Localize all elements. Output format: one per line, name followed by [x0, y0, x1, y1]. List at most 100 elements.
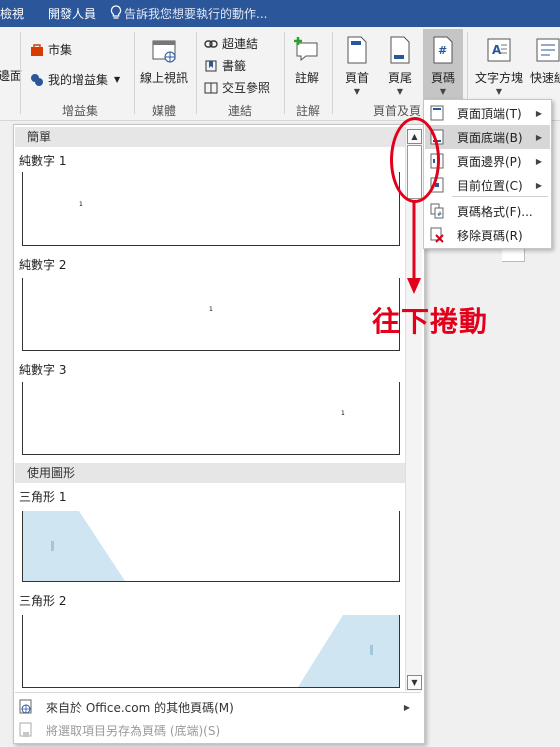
online-video-label: 線上視訊 — [140, 71, 189, 85]
title-bar: 檢視 開發人員 告訴我您想要執行的動作... — [0, 0, 560, 27]
page-number-menu: 頁面頂端(T) ▶ 頁面底端(B) ▶ 頁面邊界(P) ▶ 目前位置(C) ▶ … — [423, 99, 552, 249]
gallery-item-plain-number-3[interactable]: 1 — [22, 382, 400, 455]
comment-label: 註解 — [294, 71, 319, 85]
header-button[interactable]: 頁首 ▼ — [340, 35, 374, 96]
menu-item-current-position[interactable]: 目前位置(C) ▶ — [425, 173, 550, 197]
page-number-button[interactable]: # 頁碼 ▼ — [423, 29, 463, 105]
film-icon — [151, 35, 177, 65]
header-icon — [344, 35, 370, 65]
chevron-down-icon: ▼ — [114, 75, 121, 84]
page-top-icon — [430, 105, 444, 121]
cross-reference-label: 交互參照 — [222, 81, 271, 95]
ribbon-cut-label[interactable]: 邊面 — [0, 67, 22, 84]
triangle-shape — [23, 511, 125, 581]
svg-text:#: # — [438, 44, 447, 57]
scroll-down-annotation: 往下捲動 — [372, 305, 489, 338]
save-selection-label: 將選取項目另存為頁碼 (底端)(S) — [46, 723, 221, 738]
bookmark-icon — [204, 59, 218, 73]
chevron-right-icon: ▶ — [535, 156, 542, 166]
menu-item-bottom-of-page[interactable]: 頁面底端(B) ▶ — [425, 125, 550, 149]
gallery-item-plain-number-1[interactable]: 1 — [22, 172, 400, 246]
lightbulb-icon — [110, 5, 122, 24]
format-page-number-icon: # — [430, 203, 444, 219]
menu-item-label: 頁面頂端(T) — [457, 106, 522, 121]
quick-parts-button[interactable]: 快速組 — [528, 35, 560, 86]
save-selection-as-page-number: 將選取項目另存為頁碼 (底端)(S) — [18, 720, 418, 740]
menu-item-remove-page-numbers[interactable]: 移除頁碼(R) — [425, 223, 550, 247]
gallery-item-plain-number-2[interactable]: 1 — [22, 278, 400, 351]
down-arrow-icon — [407, 202, 421, 294]
my-addins-button[interactable]: 我的增益集 ▼ — [30, 71, 120, 88]
gallery-item-triangle-1[interactable] — [22, 511, 400, 582]
svg-text:A: A — [492, 43, 502, 57]
tell-me-search[interactable]: 告訴我您想要執行的動作... — [124, 5, 267, 22]
store-icon — [30, 43, 44, 57]
tab-review[interactable]: 檢視 — [0, 5, 24, 22]
divider — [452, 196, 548, 197]
textbox-button[interactable]: A 文字方塊 ▼ — [474, 35, 524, 96]
menu-item-format-page-numbers[interactable]: # 頁碼格式(F)... — [425, 199, 550, 223]
more-page-numbers-label: 來自於 Office.com 的其他頁碼(M) — [46, 700, 234, 715]
menu-item-label: 頁碼格式(F)... — [457, 204, 533, 219]
remove-page-number-icon — [430, 227, 444, 243]
globe-page-icon — [18, 699, 34, 715]
page-number-sample: 1 — [341, 410, 345, 417]
gallery-item-label: 三角形 1 — [19, 490, 67, 504]
group-label-comments: 註解 — [296, 104, 321, 118]
menu-item-label: 移除頁碼(R) — [457, 228, 523, 243]
chevron-down-icon: ▼ — [439, 87, 447, 96]
comment-icon — [294, 35, 320, 65]
gallery-item-label: 純數字 1 — [19, 154, 67, 168]
footer-label: 頁尾 — [387, 71, 412, 85]
page-number-sample: 1 — [79, 201, 83, 208]
hyperlink-button[interactable]: 超連結 — [204, 35, 258, 52]
page-number-sample: 1 — [209, 306, 213, 313]
store-button[interactable]: 市集 — [30, 41, 72, 58]
chevron-down-icon: ▼ — [353, 87, 361, 96]
page-number-label: 頁碼 — [430, 71, 455, 85]
link-icon — [204, 37, 218, 51]
chevron-right-icon: ▶ — [535, 180, 542, 190]
divider — [15, 692, 421, 693]
footer-icon — [387, 35, 413, 65]
chevron-right-icon: ▶ — [535, 132, 542, 142]
section-header-shapes: 使用圖形 — [15, 463, 405, 483]
gallery-item-triangle-2[interactable] — [22, 615, 400, 688]
menu-item-top-of-page[interactable]: 頁面頂端(T) ▶ — [425, 101, 550, 125]
online-video-button[interactable]: 線上視訊 — [140, 35, 189, 86]
chevron-right-icon: ▶ — [535, 108, 542, 118]
save-page-icon — [18, 722, 34, 738]
scroll-down-icon[interactable]: ▼ — [407, 675, 422, 690]
chevron-down-icon: ▼ — [495, 87, 503, 96]
page-number-icon: # — [430, 35, 456, 65]
hyperlink-label: 超連結 — [222, 37, 259, 51]
quick-parts-icon — [535, 35, 560, 65]
svg-text:#: # — [437, 211, 442, 218]
my-addins-label: 我的增益集 — [48, 73, 109, 87]
section-header-simple: 簡單 — [15, 127, 405, 147]
textbox-label: 文字方塊 — [474, 71, 523, 85]
menu-item-label: 頁面底端(B) — [457, 130, 523, 145]
bookmark-button[interactable]: 書籤 — [204, 57, 246, 74]
more-page-numbers-office-com[interactable]: 來自於 Office.com 的其他頁碼(M) ▶ — [18, 697, 418, 717]
gallery-item-label: 純數字 3 — [19, 363, 67, 377]
cross-reference-button[interactable]: 交互參照 — [204, 79, 270, 96]
addins-icon — [30, 73, 44, 87]
menu-item-label: 頁面邊界(P) — [457, 154, 522, 169]
group-label-links: 連結 — [228, 104, 253, 118]
quick-parts-label: 快速組 — [529, 71, 560, 85]
triangle-shape — [298, 615, 399, 687]
footer-button[interactable]: 頁尾 ▼ — [383, 35, 417, 96]
tab-developer[interactable]: 開發人員 — [48, 5, 96, 22]
cross-reference-icon — [204, 81, 218, 95]
chevron-down-icon: ▼ — [396, 87, 404, 96]
chevron-right-icon: ▶ — [403, 702, 410, 712]
bookmark-label: 書籤 — [222, 59, 247, 73]
gallery-item-label: 三角形 2 — [19, 594, 67, 608]
page-bottom-gallery: 簡單 純數字 1 1 純數字 2 1 純數字 3 1 使用圖形 三角形 1 三角… — [13, 124, 425, 744]
menu-item-page-margins[interactable]: 頁面邊界(P) ▶ — [425, 149, 550, 173]
annotation-circle — [390, 117, 440, 203]
comment-button[interactable]: 註解 — [290, 35, 324, 86]
group-label-media: 媒體 — [152, 104, 177, 118]
group-label-addins: 增益集 — [62, 104, 99, 118]
